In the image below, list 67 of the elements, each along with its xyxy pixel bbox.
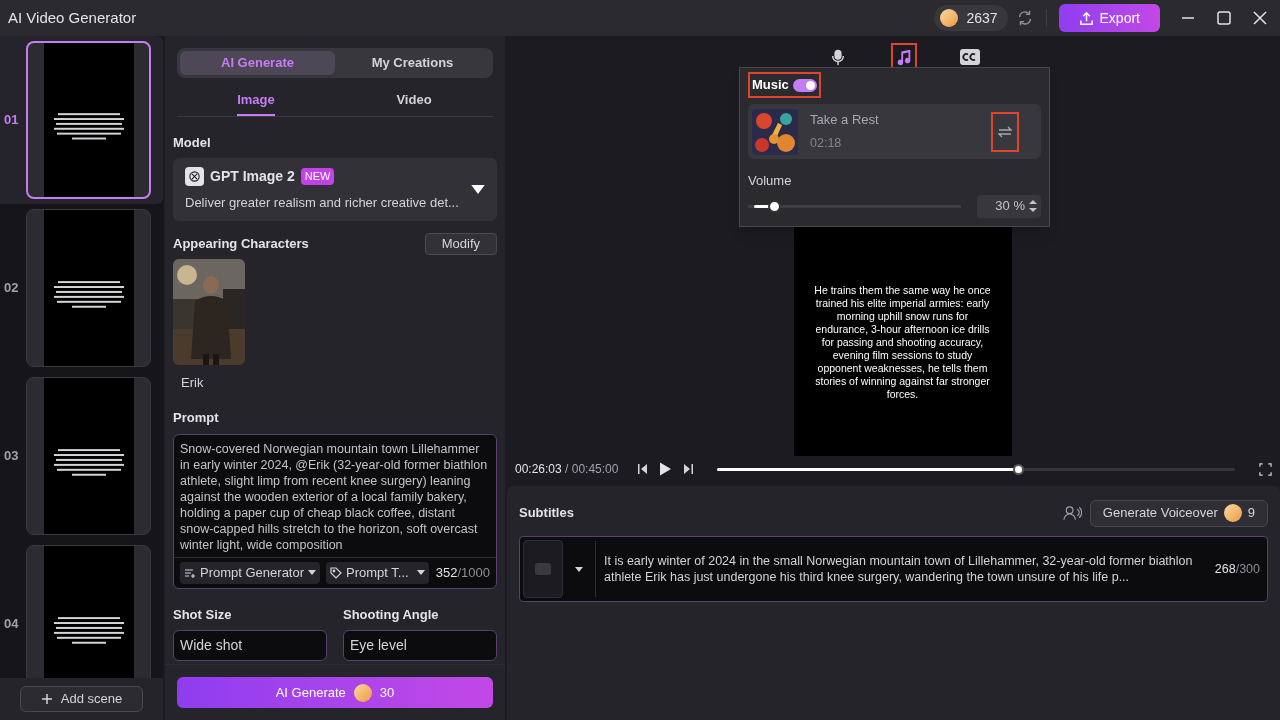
section-heading: Appearing Characters: [173, 234, 309, 253]
type-tab[interactable]: Image: [237, 86, 275, 116]
model-logo-icon: [185, 167, 204, 186]
play-icon[interactable]: [660, 462, 672, 476]
music-toggle[interactable]: [792, 78, 817, 92]
shooting-angle-field[interactable]: Eye level: [343, 630, 497, 661]
scene-item[interactable]: 01: [0, 36, 163, 204]
subtitles-heading: Subtitles: [519, 504, 574, 523]
field-label: Shot Size: [173, 605, 233, 624]
upload-icon: [1078, 10, 1094, 26]
voice-person-icon[interactable]: [1062, 505, 1082, 521]
music-label: Music: [752, 76, 789, 95]
plus-icon: [40, 693, 53, 705]
scene-item[interactable]: 02: [0, 204, 163, 372]
coin-icon: [940, 9, 959, 27]
subtitle-count: 268/300: [1214, 560, 1261, 578]
close-icon[interactable]: [1252, 10, 1268, 26]
model-description: Deliver greater realism and richer creative det...: [185, 194, 460, 212]
stepper-icon[interactable]: [1029, 199, 1037, 213]
volume-thumb[interactable]: [768, 199, 782, 213]
mode-tab[interactable]: My Creations: [335, 51, 490, 75]
coin-icon: [353, 683, 372, 702]
video-caption: He trains them the same way he once trained his elite imperial armies: early morning uphill snow runs for endurance, 3-hour afternoon ice drills for passing and shooting accuracy, evening film sessions to study opponent weaknesses, he tells them stories of winning against far stronger forces.: [813, 283, 992, 401]
caret-icon: [308, 570, 317, 575]
subtitle-row[interactable]: [519, 536, 1268, 602]
previous-frame-icon[interactable]: [638, 464, 649, 474]
scene-item[interactable]: 03: [0, 372, 163, 540]
subtitle-text: It is early winter of 2024 in the small Norwegian mountain town of Lillehammer, 32-year-old former biathlon athlete Erik has just undergone his third knee surgery, wandering the town unsure of his life p...: [604, 553, 1194, 585]
section-heading: Model: [173, 133, 212, 152]
playback-time: 00:26:03 / 00:45:00: [515, 461, 619, 478]
tag-icon: [330, 566, 343, 579]
caret-icon: [416, 570, 425, 575]
prompt-generator-button[interactable]: Prompt Generator: [180, 561, 321, 584]
volume-field[interactable]: 30 %: [977, 194, 1041, 218]
fullscreen-icon[interactable]: [1259, 462, 1272, 476]
caret-icon[interactable]: [575, 566, 583, 572]
captions-icon[interactable]: [959, 49, 980, 65]
list-sparkle-icon: [184, 566, 196, 579]
track-title: Take a Rest: [810, 111, 880, 130]
coin-icon: [1223, 504, 1242, 522]
export-button[interactable]: Export: [1058, 4, 1160, 32]
shot-size-field[interactable]: Wide shot: [173, 630, 327, 661]
modify-button[interactable]: Modify: [424, 232, 497, 255]
ai-generate-button[interactable]: AI Generate 30: [177, 677, 493, 708]
image-placeholder-icon: [535, 563, 551, 575]
field-label: Shooting Angle: [343, 605, 440, 624]
volume-label: Volume: [748, 172, 793, 190]
character-count: 352/1000: [435, 563, 490, 582]
prompt-template-button[interactable]: Prompt T...: [326, 561, 429, 584]
next-frame-icon[interactable]: [683, 464, 694, 474]
progress-thumb[interactable]: [1012, 463, 1024, 475]
prompt-field[interactable]: [173, 433, 497, 589]
model-name: GPT Image 2: [210, 167, 295, 186]
model-dropdown[interactable]: GPT Image 2 NEW Deliver greater realism and richer creative det...: [173, 158, 497, 221]
section-heading: Prompt: [173, 409, 220, 427]
character-name: Erik: [181, 373, 205, 392]
maximize-icon[interactable]: [1216, 10, 1232, 26]
scene-item[interactable]: 04: [0, 540, 163, 678]
track-duration: 02:18: [810, 134, 843, 152]
window-title: AI Video Generator: [8, 7, 137, 28]
new-badge: NEW: [300, 168, 335, 185]
add-scene-button[interactable]: Add scene: [19, 686, 144, 712]
type-tab[interactable]: Video: [396, 86, 432, 116]
credits-badge: 2637: [934, 5, 1008, 31]
dropdown-caret-icon: [471, 184, 485, 194]
generate-voiceover-button[interactable]: Generate Voiceover 9: [1089, 499, 1268, 527]
prompt-text: Snow-covered Norwegian mountain town Lillehammer in early winter 2024, @Erik (32-year-old former biathlon athlete, slight limp from recent knee surgery) leaning against the wooden exterior of a local family bakery, holding a paper cup of cheap black coffee, distant snow-capped hills stretch to the horizon, soft overcast winter light, wide composition: [179, 440, 489, 554]
